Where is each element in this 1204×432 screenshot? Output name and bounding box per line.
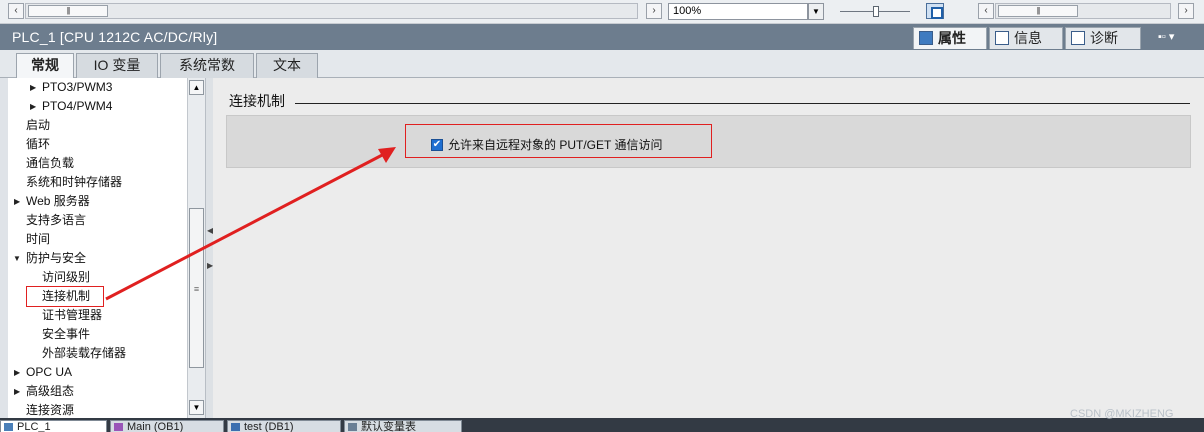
navigation-tree: ▶ PTO3/PWM3 ▶ PTO4/PWM4 启动 循环 通信负载 系统和时钟… [8,78,187,418]
collapse-arrow-icon[interactable]: ▼ [13,249,21,268]
taskbar-tab-default-tag-table[interactable]: 默认变量表 [344,420,462,432]
tree-item-label: 启动 [26,118,51,132]
tree-item-system-clock-memory[interactable]: 系统和时钟存储器 [8,173,187,192]
tree-scrollbar-thumb[interactable]: ≡ [189,208,204,368]
tree-item-label: 访问级别 [42,270,91,284]
scroll-left-button-2[interactable]: ‹ [978,3,994,19]
scroll-right-button[interactable]: › [646,3,662,19]
scroll-left-button[interactable]: ‹ [8,3,24,19]
tree-item-time[interactable]: 时间 [8,230,187,249]
device-icon [4,423,13,431]
tree-item-label: 系统和时钟存储器 [26,175,123,189]
zoom-slider-knob[interactable] [873,6,879,17]
tree-item-pto3-pwm3[interactable]: ▶ PTO3/PWM3 [8,78,187,97]
tree-item-label: PTO4/PWM4 [42,99,113,113]
annotation-highlight-tree-item [26,286,104,307]
inspector-title-bar: PLC_1 [CPU 1212C AC/DC/Rly] 属性 信息 诊断 ▪▫ … [0,24,1204,50]
tree-item-multilanguage[interactable]: 支持多语言 [8,211,187,230]
tab-io-tags[interactable]: IO 变量 [76,53,158,78]
tree-item-label: 安全事件 [42,327,91,341]
editor-taskbar: PLC_1 Main (OB1) test (DB1) 默认变量表 [0,418,1204,432]
taskbar-tab-label: PLC_1 [17,421,51,432]
tree-item-label: 外部装载存储器 [42,346,127,360]
tab-diagnostics[interactable]: 诊断 [1065,27,1141,49]
tree-item-protection-security[interactable]: ▼ 防护与安全 [8,249,187,268]
tree-item-label: 支持多语言 [26,213,87,227]
tree-item-label: 通信负载 [26,156,75,170]
tag-table-icon [348,423,357,431]
tree-item-communication-load[interactable]: 通信负载 [8,154,187,173]
tree-item-label: 证书管理器 [42,308,103,322]
zoom-fit-button[interactable] [926,3,944,19]
expand-arrow-icon[interactable]: ▶ [14,192,20,211]
tree-item-security-event[interactable]: 安全事件 [8,325,187,344]
expand-arrow-icon[interactable]: ▶ [14,382,20,401]
tree-item-label: 高级组态 [26,384,75,398]
block-icon [114,423,123,431]
tree-item-label: PTO3/PWM3 [42,80,113,94]
info-icon [995,31,1009,45]
taskbar-tab-plc1[interactable]: PLC_1 [0,420,107,432]
tree-item-label: 防护与安全 [26,251,87,265]
tree-item-access-level[interactable]: 访问级别 [8,268,187,287]
panel-splitter[interactable]: ◀ ▶ [205,78,213,418]
tab-properties[interactable]: 属性 [913,27,987,49]
tree-item-pto4-pwm4[interactable]: ▶ PTO4/PWM4 [8,97,187,116]
zoom-slider[interactable] [840,6,910,18]
tree-item-cycle[interactable]: 循环 [8,135,187,154]
scroll-right-button-2[interactable]: › [1178,3,1194,19]
tab-general[interactable]: 常规 [16,53,74,79]
properties-icon [919,31,933,45]
tab-diagnostics-label: 诊断 [1090,30,1118,46]
annotation-highlight-checkbox [405,124,712,158]
chevron-down-icon[interactable]: ▼ [808,3,824,20]
expand-arrow-icon[interactable]: ▶ [30,78,36,97]
tree-item-connection-resources[interactable]: 连接资源 [8,401,187,418]
horizontal-scrollbar-track-2[interactable]: ||| [995,3,1171,19]
top-scroll-toolbar: ‹ ||| › 100% ▼ ‹ ||| › [0,0,1204,24]
tree-item-startup[interactable]: 启动 [8,116,187,135]
tree-item-label: 时间 [26,232,51,246]
expand-arrow-icon[interactable]: ▶ [14,363,20,382]
expand-arrow-icon[interactable]: ▶ [30,97,36,116]
taskbar-tab-label: test (DB1) [244,421,294,432]
taskbar-tab-test-db1[interactable]: test (DB1) [227,420,341,432]
taskbar-tab-label: Main (OB1) [127,421,184,432]
tree-vertical-scrollbar[interactable]: ▲ ≡ ▼ [187,78,205,418]
section-divider [295,103,1190,104]
data-block-icon [231,423,240,431]
tree-item-opc-ua[interactable]: ▶ OPC UA [8,363,187,382]
property-tabs: 常规 IO 变量 系统常数 文本 [0,50,1204,79]
tab-system-constants[interactable]: 系统常数 [160,53,254,78]
tab-info-label: 信息 [1014,30,1042,46]
scroll-up-button[interactable]: ▲ [189,80,204,95]
taskbar-tab-label: 默认变量表 [361,421,416,432]
horizontal-scrollbar-thumb[interactable]: ||| [28,5,108,17]
diagnostics-icon [1071,31,1085,45]
tree-item-label: 循环 [26,137,51,151]
tree-item-certificate-manager[interactable]: 证书管理器 [8,306,187,325]
section-heading: 连接机制 [229,93,285,109]
zoom-select[interactable]: 100% [668,3,808,20]
tree-item-advanced-configuration[interactable]: ▶ 高级组态 [8,382,187,401]
scroll-down-button[interactable]: ▼ [189,400,204,415]
tab-info[interactable]: 信息 [989,27,1063,49]
taskbar-tab-main-ob1[interactable]: Main (OB1) [110,420,224,432]
tree-item-label: OPC UA [26,365,73,379]
tree-item-web-server[interactable]: ▶ Web 服务器 [8,192,187,211]
tree-item-label: Web 服务器 [26,194,90,208]
tab-texts[interactable]: 文本 [256,53,318,78]
horizontal-scrollbar-track[interactable]: ||| [25,3,638,19]
device-title: PLC_1 [CPU 1212C AC/DC/Rly] [12,29,218,45]
tree-item-external-load-memory[interactable]: 外部装载存储器 [8,344,187,363]
tree-item-label: 连接资源 [26,403,75,417]
window-controls[interactable]: ▪▫ ▾ [1158,30,1198,44]
watermark: CSDN @MKIZHENG [1070,408,1174,420]
horizontal-scrollbar-thumb-2[interactable]: ||| [998,5,1078,17]
tab-properties-label: 属性 [938,30,966,46]
